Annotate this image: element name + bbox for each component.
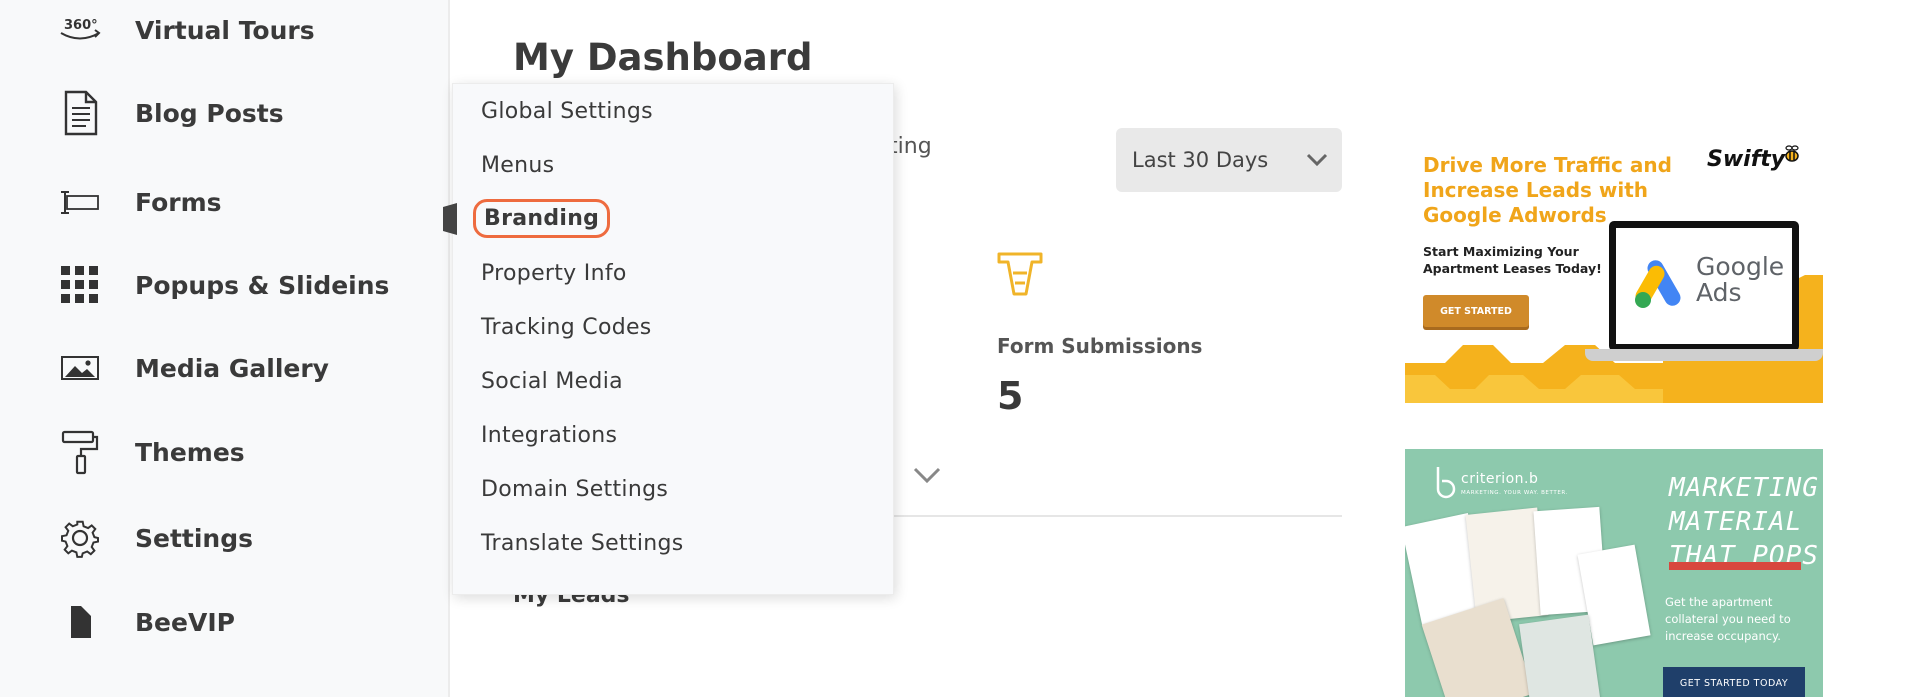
document-icon: [58, 90, 102, 136]
sidebar-item-media-gallery[interactable]: Media Gallery: [0, 340, 450, 396]
date-range-select[interactable]: Last 30 Days: [1116, 128, 1342, 192]
sidebar-item-label: Media Gallery: [135, 353, 329, 383]
sidebar-item-label: Forms: [135, 187, 222, 217]
page-title: My Dashboard: [513, 36, 813, 79]
settings-submenu: Global Settings Menus Branding Property …: [452, 83, 894, 595]
sidebar-item-blog-posts[interactable]: Blog Posts: [0, 85, 450, 141]
ad1-get-started-button[interactable]: GET STARTED: [1423, 295, 1529, 327]
ad2-get-started-button[interactable]: GET STARTED TODAY: [1663, 667, 1805, 697]
ad1-headline: Drive More Traffic and Increase Leads wi…: [1423, 153, 1672, 227]
ad2-accent-bar: [1669, 562, 1801, 570]
sidebar-item-popups-slideins[interactable]: Popups & Slideins: [0, 257, 450, 313]
chevron-down-icon: [1306, 148, 1328, 172]
ad1-subhead: Start Maximizing Your Apartment Leases T…: [1423, 244, 1602, 276]
menu-item-tracking-codes[interactable]: Tracking Codes: [481, 315, 652, 340]
flag-icon: [58, 600, 102, 644]
stat-value: 5: [997, 374, 1024, 418]
form-field-icon: [58, 180, 102, 224]
sidebar-item-beevip[interactable]: BeeVIP: [0, 594, 450, 650]
divider: [880, 515, 1342, 517]
sidebar-item-forms[interactable]: Forms: [0, 174, 450, 230]
expand-chevron-icon[interactable]: [912, 466, 942, 488]
menu-item-global-settings[interactable]: Global Settings: [481, 99, 653, 124]
ad-banner-google-adwords[interactable]: Drive More Traffic and Increase Leads wi…: [1405, 135, 1823, 403]
criterion-logo-icon: [1436, 467, 1456, 499]
laptop-base: [1585, 349, 1823, 361]
sidebar-item-settings[interactable]: Settings: [0, 510, 450, 566]
google-ads-logo-icon: [1635, 260, 1681, 308]
image-icon: [58, 346, 102, 390]
laptop-screen: Google Ads: [1609, 221, 1799, 351]
active-item-pointer-icon: [443, 203, 459, 239]
gear-icon: [58, 516, 102, 560]
sidebar-item-label: Popups & Slideins: [135, 270, 390, 300]
menu-item-domain-settings[interactable]: Domain Settings: [481, 477, 668, 502]
ad-banner-criterion[interactable]: criterion.b MARKETING. YOUR WAY. BETTER.…: [1405, 449, 1823, 697]
sidebar-item-label: Blog Posts: [135, 98, 284, 128]
sidebar-item-label: Settings: [135, 523, 254, 553]
grid-icon: [58, 263, 102, 307]
menu-item-property-info[interactable]: Property Info: [481, 261, 627, 286]
funnel-icon: [996, 250, 1044, 302]
sidebar-item-virtual-tours[interactable]: 360° Virtual Tours: [0, 2, 450, 58]
criterion-tagline: MARKETING. YOUR WAY. BETTER.: [1461, 490, 1568, 496]
menu-item-translate-settings[interactable]: Translate Settings: [481, 531, 684, 556]
sidebar-item-label: BeeVIP: [135, 607, 235, 637]
ad2-body: Get the apartment collateral you need to…: [1665, 595, 1791, 643]
paint-roller-icon: [58, 430, 102, 475]
ad2-headline: MARKETING MATERIAL THAT POPS: [1669, 473, 1819, 571]
stat-label: Form Submissions: [997, 334, 1203, 358]
sidebar: 360° Virtual Tours Blog Posts Forms Popu…: [0, 0, 450, 697]
criterion-brand: criterion.b: [1461, 471, 1539, 487]
menu-item-integrations[interactable]: Integrations: [481, 423, 617, 448]
svg-text:360°: 360°: [64, 18, 98, 33]
360-icon: 360°: [58, 8, 102, 52]
google-ads-text: Google Ads: [1696, 252, 1785, 307]
menu-item-social-media[interactable]: Social Media: [481, 369, 623, 394]
menu-item-branding[interactable]: Branding: [473, 199, 611, 238]
brochure-image: [1519, 614, 1601, 697]
sidebar-item-label: Themes: [135, 437, 245, 467]
date-range-value: Last 30 Days: [1132, 148, 1269, 172]
swifty-logo: Swifty: [1707, 147, 1786, 172]
menu-item-menus[interactable]: Menus: [481, 153, 554, 178]
bee-icon: [1781, 143, 1803, 169]
sidebar-item-themes[interactable]: Themes: [0, 424, 450, 480]
sidebar-item-label: Virtual Tours: [135, 15, 315, 45]
